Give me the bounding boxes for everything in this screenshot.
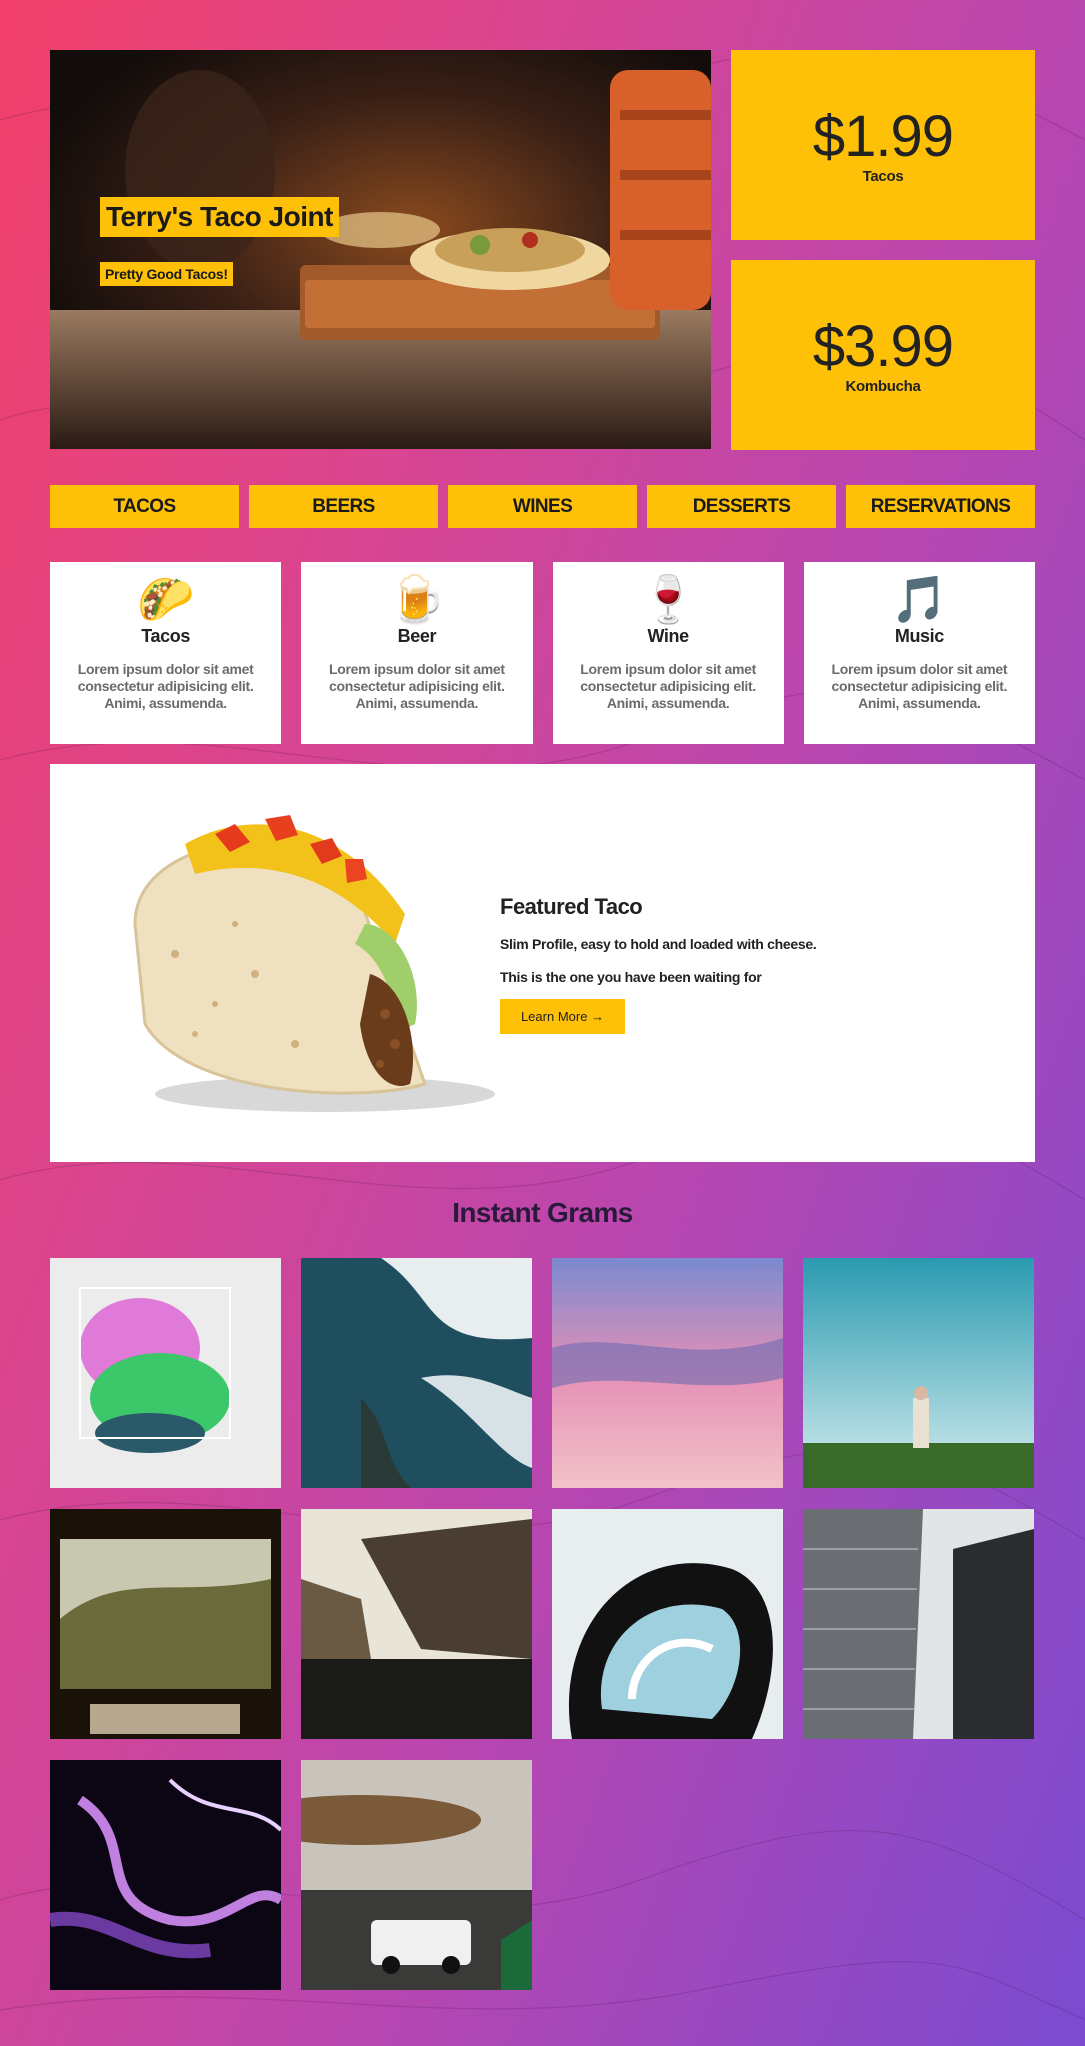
card-tacos: 🌮 Tacos Lorem ipsum dolor sit amet conse… bbox=[50, 562, 282, 744]
gram-photo-8[interactable] bbox=[803, 1509, 1034, 1739]
price-card-kombucha: $3.99 Kombucha bbox=[731, 260, 1035, 450]
gram-photo-1[interactable] bbox=[50, 1258, 281, 1488]
card-title: Wine bbox=[647, 626, 690, 646]
hero-taco-photo bbox=[50, 50, 711, 449]
wine-icon: 🍷 bbox=[639, 573, 697, 625]
card-text: Lorem ipsum dolor sit amet consectetur a… bbox=[77, 661, 254, 711]
music-icon: 🎵 bbox=[890, 573, 949, 625]
gram-photo-9[interactable] bbox=[50, 1760, 281, 1990]
card-title: Music bbox=[894, 626, 944, 646]
card-title: Tacos bbox=[141, 626, 190, 646]
gram-photo-7[interactable] bbox=[552, 1509, 783, 1739]
card-music: 🎵 Music Lorem ipsum dolor sit amet conse… bbox=[803, 562, 1035, 744]
featured-description: Slim Profile, easy to hold and loaded wi… bbox=[500, 936, 817, 952]
feature-cards: 🌮 Tacos Lorem ipsum dolor sit amet conse… bbox=[50, 562, 1035, 744]
main-nav: TACOS BEERS WINES DESSERTS RESERVATIONS bbox=[50, 485, 1035, 528]
gram-photo-3[interactable] bbox=[552, 1258, 783, 1488]
price-label: Kombucha bbox=[845, 377, 921, 395]
nav-reservations[interactable]: RESERVATIONS bbox=[846, 485, 1035, 528]
featured-tagline: This is the one you have been waiting fo… bbox=[500, 969, 762, 985]
gram-photo-6[interactable] bbox=[301, 1509, 532, 1739]
gram-photo-5[interactable] bbox=[50, 1509, 281, 1739]
price-amount: $3.99 bbox=[812, 313, 954, 379]
hero-banner: Terry's Taco Joint Pretty Good Tacos! bbox=[50, 50, 711, 449]
price-card-tacos: $1.99 Tacos bbox=[731, 50, 1035, 240]
gram-photo-2[interactable] bbox=[301, 1258, 532, 1488]
card-text: Lorem ipsum dolor sit amet consectetur a… bbox=[831, 661, 1008, 711]
card-text: Lorem ipsum dolor sit amet consectetur a… bbox=[328, 661, 505, 711]
card-text: Lorem ipsum dolor sit amet consectetur a… bbox=[580, 661, 757, 711]
price-amount: $1.99 bbox=[812, 103, 954, 169]
card-title: Beer bbox=[397, 626, 437, 646]
featured-section: Featured Taco Slim Profile, easy to hold… bbox=[50, 764, 1035, 1162]
grams-heading: Instant Grams bbox=[452, 1197, 633, 1228]
gram-photo-4[interactable] bbox=[803, 1258, 1034, 1488]
learn-more-button[interactable]: Learn More → bbox=[500, 999, 625, 1034]
nav-desserts[interactable]: DESSERTS bbox=[647, 485, 836, 528]
featured-taco-image bbox=[133, 815, 495, 1112]
hero-title: Terry's Taco Joint bbox=[100, 197, 339, 237]
beer-icon: 🍺 bbox=[388, 573, 446, 625]
card-beer: 🍺 Beer Lorem ipsum dolor sit amet consec… bbox=[301, 562, 533, 744]
nav-beers[interactable]: BEERS bbox=[249, 485, 438, 528]
featured-title: Featured Taco bbox=[500, 894, 643, 919]
gram-photo-10[interactable] bbox=[301, 1760, 532, 1990]
nav-tacos[interactable]: TACOS bbox=[50, 485, 239, 528]
hero-subtitle: Pretty Good Tacos! bbox=[100, 262, 233, 286]
price-label: Tacos bbox=[862, 167, 904, 185]
card-wine: 🍷 Wine Lorem ipsum dolor sit amet consec… bbox=[552, 562, 784, 744]
taco-icon: 🌮 bbox=[136, 573, 195, 625]
nav-wines[interactable]: WINES bbox=[448, 485, 637, 528]
